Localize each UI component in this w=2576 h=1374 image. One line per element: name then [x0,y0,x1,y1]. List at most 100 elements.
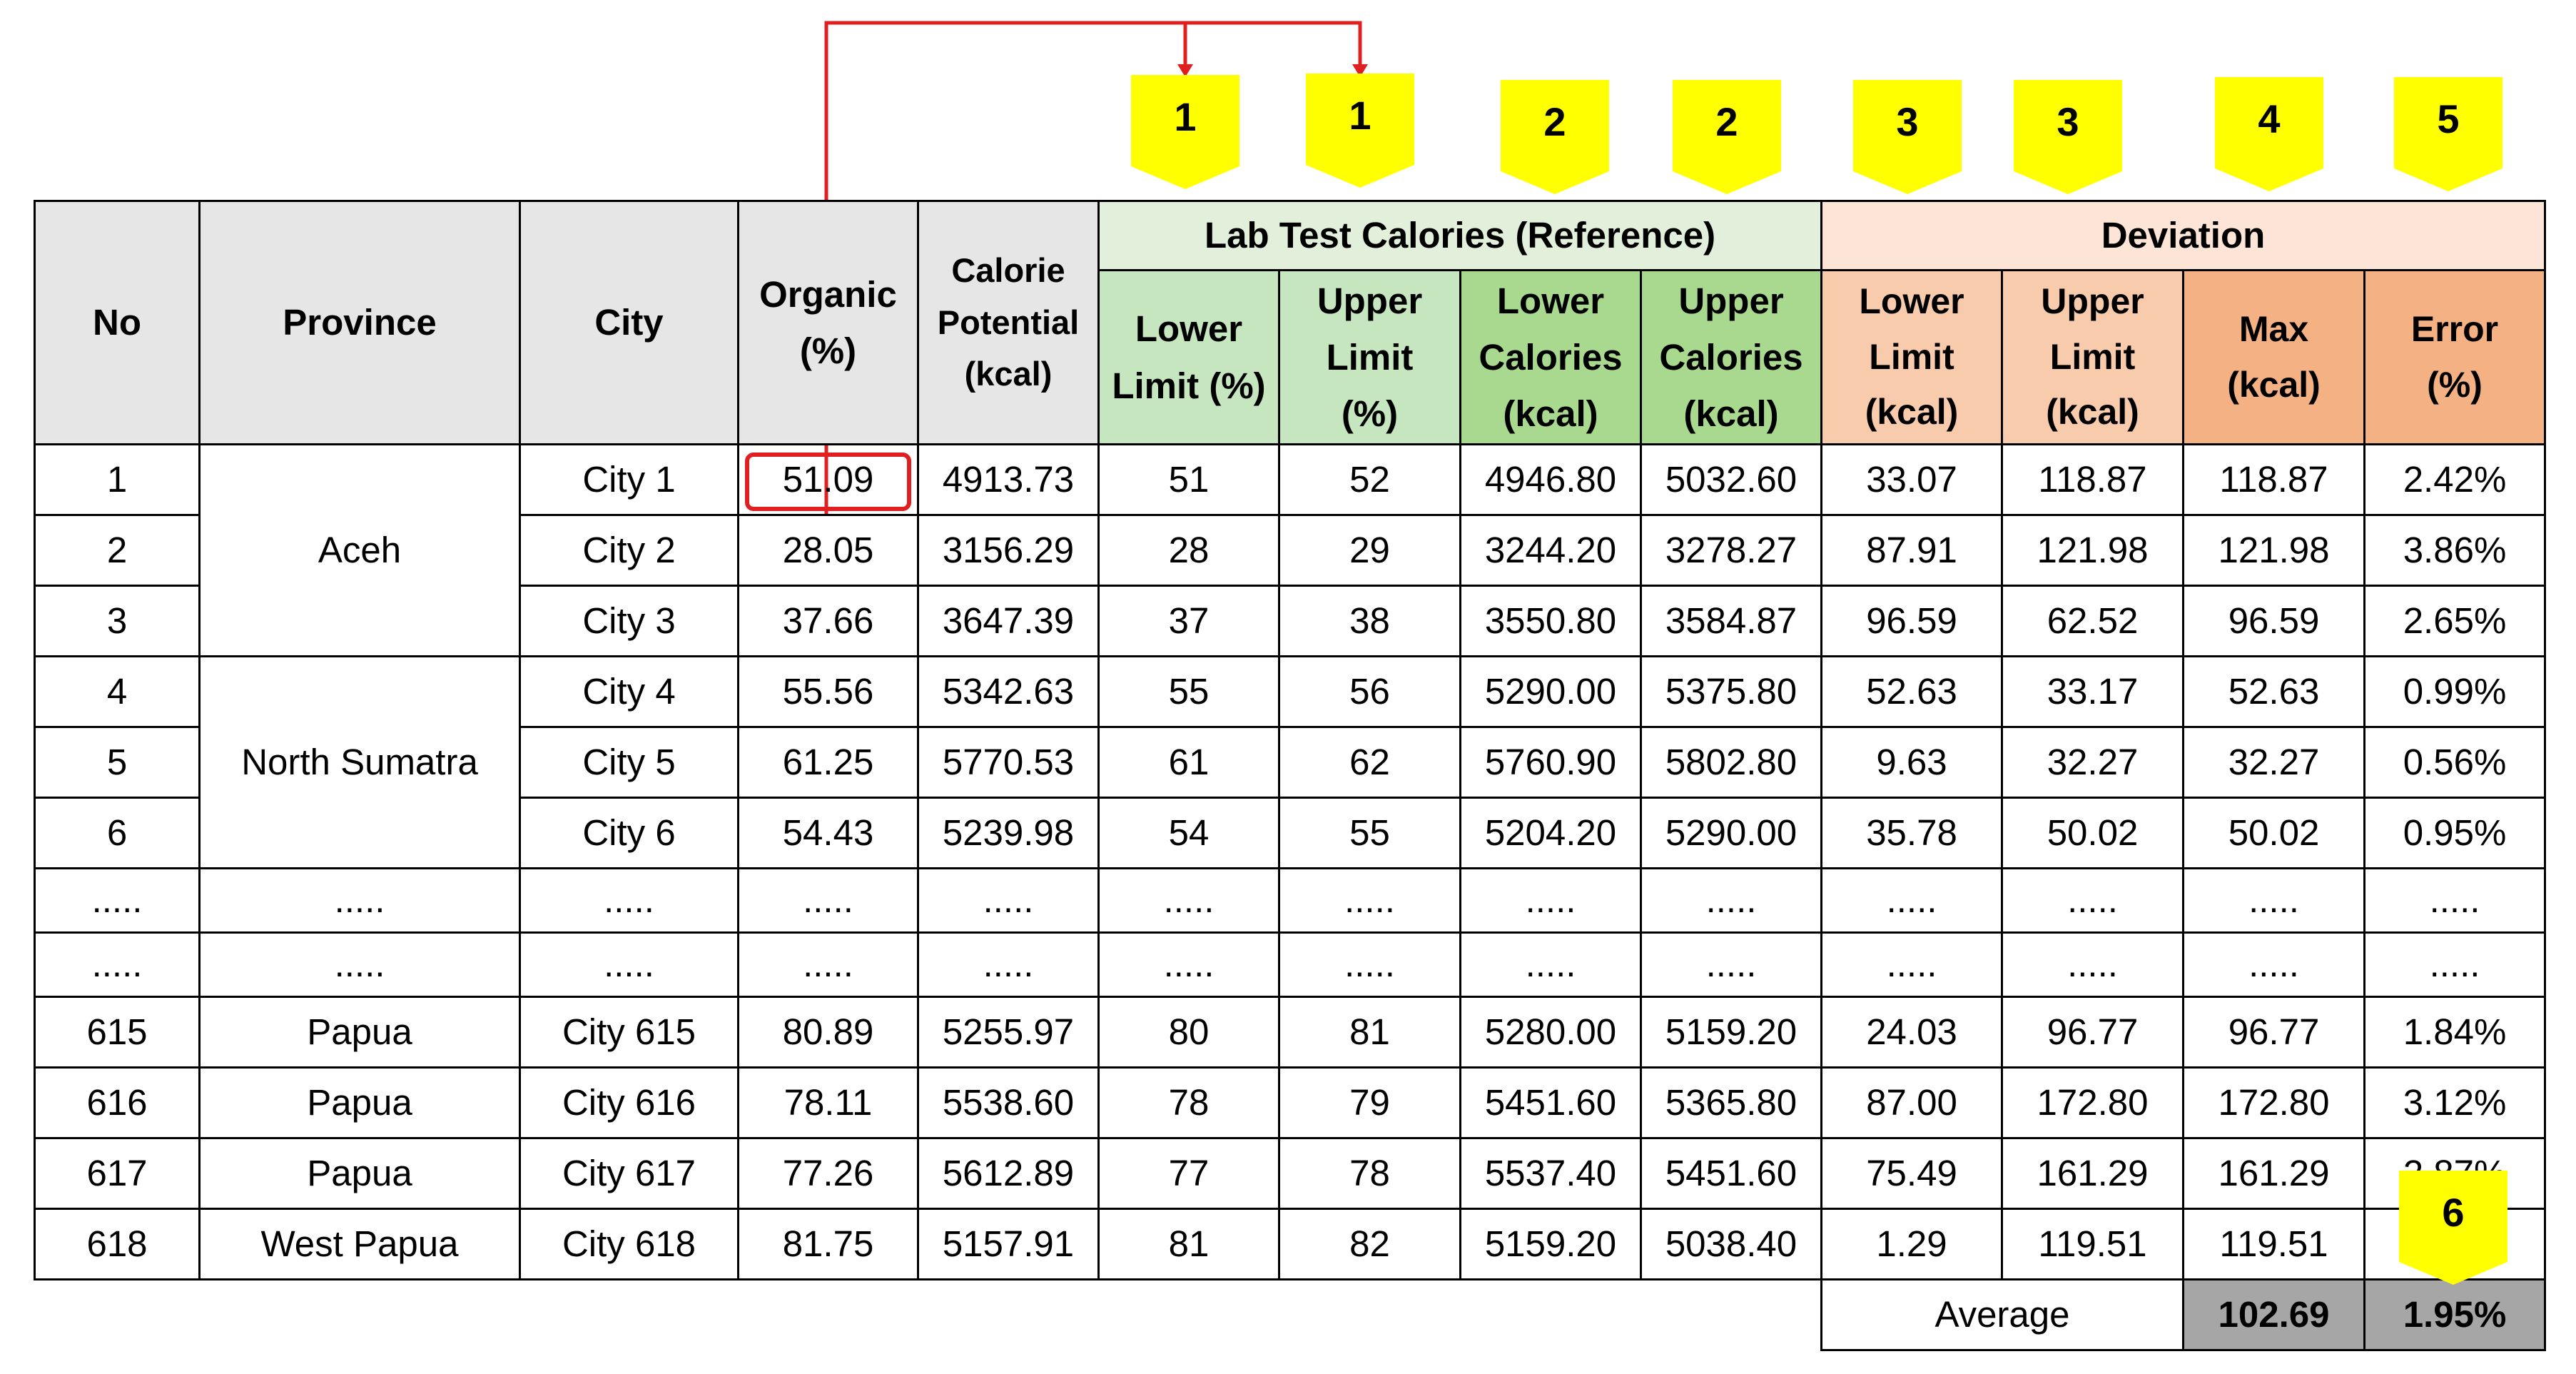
cell-lab-lower-calories[interactable]: 5280.00 [1459,996,1642,1069]
cell-dev-upper[interactable]: 119.51 [2001,1208,2184,1280]
cell-lab-upper-limit[interactable]: 55 [1278,797,1461,869]
cell-lab-lower-calories[interactable]: 5451.60 [1459,1066,1642,1139]
cell-lab-lower-limit[interactable]: 51 [1097,443,1280,516]
cell-dev-max[interactable]: 119.51 [2182,1208,2365,1280]
cell-organic[interactable]: 28.05 [737,514,919,587]
cell-dev-upper[interactable]: 118.87 [2001,443,2184,516]
cell-dev-max[interactable]: 161.29 [2182,1137,2365,1210]
cell-no[interactable]: 3 [34,585,201,657]
cell-dev-max[interactable]: 52.63 [2182,655,2365,728]
cell-lab-lower-calories[interactable]: 5760.90 [1459,726,1642,799]
cell-dev-error[interactable]: 3.86% [2363,514,2546,587]
cell-lab-upper-calories[interactable]: 3584.87 [1640,585,1822,657]
cell-lab-lower-limit[interactable]: 54 [1097,797,1280,869]
cell-province[interactable]: Papua [198,1137,521,1210]
cell-lab-upper-calories[interactable]: 5375.80 [1640,655,1822,728]
cell-organic[interactable]: 55.56 [737,655,919,728]
cell-dev-lower[interactable]: 24.03 [1820,996,2003,1069]
cell-calorie-potential[interactable]: 5612.89 [917,1137,1100,1210]
cell-lab-lower-calories[interactable]: 3550.80 [1459,585,1642,657]
cell-city[interactable]: City 618 [519,1208,739,1280]
cell-dev-upper[interactable]: 121.98 [2001,514,2184,587]
average-error[interactable]: 1.95% [2363,1278,2546,1351]
cell-dev-lower[interactable]: 9.63 [1820,726,2003,799]
cell-dev-lower[interactable]: 1.29 [1820,1208,2003,1280]
cell-dev-error[interactable]: 0.95% [2363,797,2546,869]
cell-city[interactable]: City 617 [519,1137,739,1210]
cell-no[interactable]: 6 [34,797,201,869]
cell-dev-max[interactable]: 172.80 [2182,1066,2365,1139]
cell-city[interactable]: City 1 [519,443,739,516]
cell-dev-max[interactable]: 121.98 [2182,514,2365,587]
cell-organic[interactable]: 78.11 [737,1066,919,1139]
cell-lab-upper-calories[interactable]: 5451.60 [1640,1137,1822,1210]
cell-lab-upper-calories[interactable]: 5802.80 [1640,726,1822,799]
cell-organic[interactable]: 80.89 [737,996,919,1069]
cell-dev-max[interactable]: 96.59 [2182,585,2365,657]
cell-lab-lower-calories[interactable]: 5537.40 [1459,1137,1642,1210]
cell-dev-upper[interactable]: 96.77 [2001,996,2184,1069]
cell-calorie-potential[interactable]: 3647.39 [917,585,1100,657]
cell-dev-upper[interactable]: 33.17 [2001,655,2184,728]
cell-province[interactable]: Papua [198,1066,521,1139]
cell-city[interactable]: City 5 [519,726,739,799]
cell-calorie-potential[interactable]: 5157.91 [917,1208,1100,1280]
cell-city[interactable]: City 615 [519,996,739,1069]
cell-dev-upper[interactable]: 32.27 [2001,726,2184,799]
cell-dev-lower[interactable]: 52.63 [1820,655,2003,728]
cell-no[interactable]: 1 [34,443,201,516]
cell-lab-lower-limit[interactable]: 28 [1097,514,1280,587]
cell-lab-upper-limit[interactable]: 56 [1278,655,1461,728]
cell-city[interactable]: City 2 [519,514,739,587]
cell-no[interactable]: 615 [34,996,201,1069]
cell-dev-upper[interactable]: 62.52 [2001,585,2184,657]
cell-lab-lower-limit[interactable]: 80 [1097,996,1280,1069]
cell-organic[interactable]: 37.66 [737,585,919,657]
cell-city[interactable]: City 616 [519,1066,739,1139]
cell-dev-error[interactable]: 0.99% [2363,655,2546,728]
cell-dev-error[interactable]: 2.65% [2363,585,2546,657]
cell-lab-lower-calories[interactable]: 5159.20 [1459,1208,1642,1280]
cell-lab-upper-calories[interactable]: 5365.80 [1640,1066,1822,1139]
cell-organic[interactable]: 81.75 [737,1208,919,1280]
cell-lab-lower-limit[interactable]: 77 [1097,1137,1280,1210]
cell-lab-upper-limit[interactable]: 62 [1278,726,1461,799]
cell-lab-upper-limit[interactable]: 79 [1278,1066,1461,1139]
cell-dev-lower[interactable]: 35.78 [1820,797,2003,869]
cell-lab-upper-limit[interactable]: 82 [1278,1208,1461,1280]
cell-dev-upper[interactable]: 172.80 [2001,1066,2184,1139]
cell-lab-upper-calories[interactable]: 5032.60 [1640,443,1822,516]
cell-lab-upper-calories[interactable]: 3278.27 [1640,514,1822,587]
average-max[interactable]: 102.69 [2182,1278,2365,1351]
cell-lab-upper-limit[interactable]: 29 [1278,514,1461,587]
cell-calorie-potential[interactable]: 4913.73 [917,443,1100,516]
cell-dev-lower[interactable]: 75.49 [1820,1137,2003,1210]
cell-lab-lower-limit[interactable]: 55 [1097,655,1280,728]
cell-no[interactable]: 5 [34,726,201,799]
cell-lab-lower-limit[interactable]: 78 [1097,1066,1280,1139]
cell-no[interactable]: 4 [34,655,201,728]
cell-lab-lower-limit[interactable]: 37 [1097,585,1280,657]
cell-province[interactable]: West Papua [198,1208,521,1280]
cell-dev-max[interactable]: 32.27 [2182,726,2365,799]
cell-dev-upper[interactable]: 50.02 [2001,797,2184,869]
cell-lab-lower-calories[interactable]: 3244.20 [1459,514,1642,587]
cell-dev-lower[interactable]: 96.59 [1820,585,2003,657]
cell-organic[interactable]: 61.25 [737,726,919,799]
cell-calorie-potential[interactable]: 5255.97 [917,996,1100,1069]
cell-dev-error[interactable]: 2.42% [2363,443,2546,516]
cell-dev-error[interactable]: 3.12% [2363,1066,2546,1139]
cell-no[interactable]: 2 [34,514,201,587]
cell-no[interactable]: 617 [34,1137,201,1210]
cell-organic[interactable]: 54.43 [737,797,919,869]
cell-organic-highlighted[interactable]: 51.09 [737,443,919,516]
cell-dev-error[interactable]: 1.84% [2363,996,2546,1069]
cell-dev-upper[interactable]: 161.29 [2001,1137,2184,1210]
cell-dev-lower[interactable]: 33.07 [1820,443,2003,516]
cell-calorie-potential[interactable]: 5538.60 [917,1066,1100,1139]
cell-lab-lower-calories[interactable]: 4946.80 [1459,443,1642,516]
cell-lab-upper-limit[interactable]: 81 [1278,996,1461,1069]
cell-lab-upper-limit[interactable]: 78 [1278,1137,1461,1210]
cell-province[interactable]: Papua [198,996,521,1069]
cell-dev-lower[interactable]: 87.91 [1820,514,2003,587]
